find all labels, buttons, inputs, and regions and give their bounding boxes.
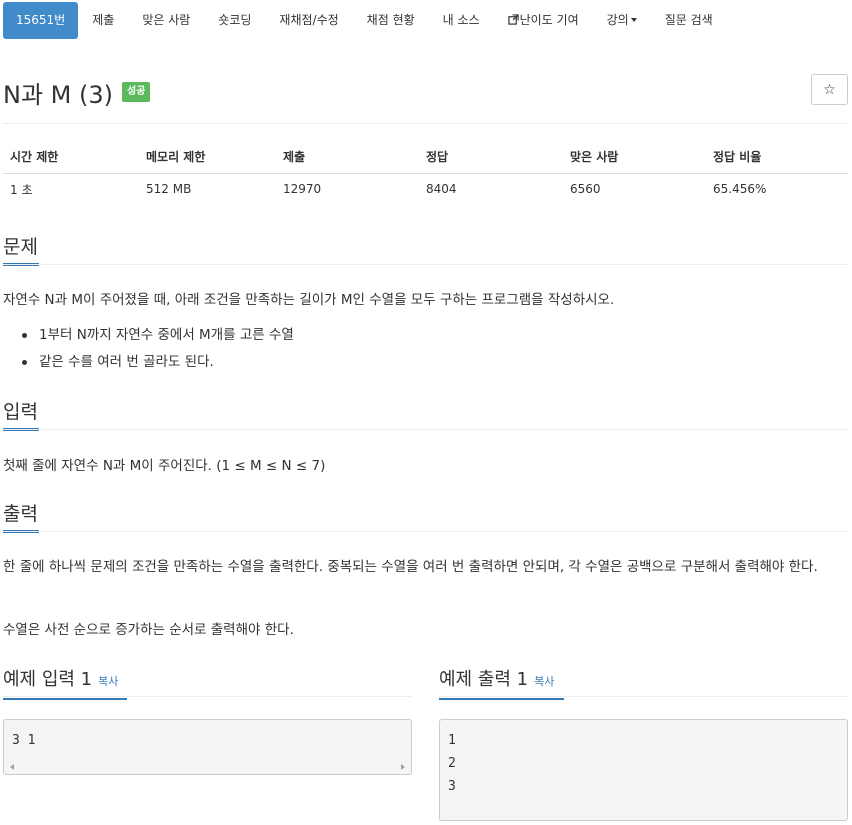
heading-underline bbox=[439, 698, 564, 700]
nav-item-difficulty-label: 난이도 기여 bbox=[519, 13, 579, 27]
nav-item-lecture[interactable]: 강의 bbox=[593, 2, 651, 39]
cell-time-limit: 1 초 bbox=[10, 182, 33, 197]
problem-info-table: 시간 제한 메모리 제한 제출 정답 맞은 사람 정답 비율 1 초 512 M… bbox=[3, 141, 848, 205]
cell-memory-limit: 512 MB bbox=[146, 182, 192, 197]
star-button[interactable]: ☆ bbox=[811, 74, 848, 105]
sample-output-title: 예제 출력 1 bbox=[439, 669, 529, 690]
header-accept-ratio: 정답 비율 bbox=[706, 141, 848, 174]
problem-title-row: N과 M (3) 성공 bbox=[3, 74, 151, 110]
nav-item-submit[interactable]: 제출 bbox=[78, 2, 128, 39]
section-problem-heading: 문제 bbox=[3, 232, 39, 266]
nav-item-short-coding[interactable]: 숏코딩 bbox=[204, 2, 265, 39]
table-row: 1 초 512 MB 12970 8404 6560 65.456% bbox=[3, 173, 848, 205]
condition-list: 1부터 N까지 자연수 중에서 M개를 고른 수열 같은 수를 여러 번 골라도… bbox=[22, 322, 294, 376]
sample-input-title: 예제 입력 1 bbox=[3, 669, 93, 690]
sample-input-line: 3 1 bbox=[12, 733, 36, 748]
sample-output-heading: 예제 출력 1 복사 bbox=[439, 665, 564, 700]
external-link-icon bbox=[507, 14, 519, 25]
page-title: N과 M (3) bbox=[3, 80, 113, 109]
list-item: 같은 수를 여러 번 골라도 된다. bbox=[22, 349, 294, 376]
header-accepted-users: 맞은 사람 bbox=[563, 141, 706, 174]
header-accepted: 정답 bbox=[419, 141, 563, 174]
section-divider bbox=[3, 696, 412, 697]
nav-item-difficulty[interactable]: 난이도 기여 bbox=[494, 2, 593, 39]
nav-item-accepted-users[interactable]: 맞은 사람 bbox=[128, 2, 204, 39]
header-memory-limit: 메모리 제한 bbox=[139, 141, 276, 174]
nav-item-status[interactable]: 채점 현황 bbox=[353, 2, 429, 39]
status-badge: 성공 bbox=[122, 82, 151, 102]
sample-input-box[interactable]: 3 1 bbox=[3, 719, 412, 775]
section-output-title: 출력 bbox=[3, 503, 38, 525]
nav-item-rejudge[interactable]: 재채점/수정 bbox=[265, 2, 352, 39]
header-submissions: 제출 bbox=[276, 141, 419, 174]
cell-submissions: 12970 bbox=[283, 182, 322, 197]
nav-item-question-search[interactable]: 질문 검색 bbox=[651, 2, 727, 39]
sample-output-line: 3 bbox=[448, 779, 456, 794]
section-input-title: 입력 bbox=[3, 401, 38, 423]
sample-input-heading: 예제 입력 1 복사 bbox=[3, 665, 127, 700]
star-icon: ☆ bbox=[823, 81, 836, 98]
caret-down-icon bbox=[630, 18, 637, 22]
header-time-limit: 시간 제한 bbox=[3, 141, 139, 174]
input-description: 첫째 줄에 자연수 N과 M이 주어진다. (1 ≤ M ≤ N ≤ 7) bbox=[3, 458, 326, 474]
section-divider bbox=[3, 264, 848, 265]
problem-nav: 15651번 제출 맞은 사람 숏코딩 재채점/수정 채점 현황 내 소스 난이… bbox=[3, 2, 727, 39]
sample-output-line: 2 bbox=[448, 756, 456, 771]
heading-underline bbox=[3, 698, 127, 700]
output-description: 한 줄에 하나씩 문제의 조건을 만족하는 수열을 출력한다. 중복되는 수열을… bbox=[3, 559, 818, 575]
sample-output-line: 1 bbox=[448, 733, 456, 748]
problem-description: 자연수 N과 M이 주어졌을 때, 아래 조건을 만족하는 길이가 M인 수열을… bbox=[3, 292, 615, 308]
section-input-heading: 입력 bbox=[3, 397, 39, 431]
table-header-row: 시간 제한 메모리 제한 제출 정답 맞은 사람 정답 비율 bbox=[3, 141, 848, 174]
section-divider bbox=[3, 429, 848, 430]
section-problem-title: 문제 bbox=[3, 236, 38, 258]
section-divider bbox=[439, 696, 848, 697]
section-divider bbox=[3, 531, 848, 532]
title-divider bbox=[3, 123, 848, 124]
cell-accepted-users: 6560 bbox=[570, 182, 601, 197]
cell-accept-ratio: 65.456% bbox=[713, 182, 767, 197]
list-item: 1부터 N까지 자연수 중에서 M개를 고른 수열 bbox=[22, 322, 294, 349]
nav-item-my-source[interactable]: 내 소스 bbox=[429, 2, 494, 39]
output-order-description: 수열은 사전 순으로 증가하는 순서로 출력해야 한다. bbox=[3, 622, 294, 638]
nav-item-problem[interactable]: 15651번 bbox=[3, 2, 79, 39]
sample-output-box[interactable]: 1 2 3 bbox=[439, 719, 848, 821]
scroll-right-icon[interactable] bbox=[401, 764, 405, 770]
section-output-heading: 출력 bbox=[3, 499, 39, 533]
copy-sample-output-link[interactable]: 복사 bbox=[534, 675, 554, 688]
copy-sample-input-link[interactable]: 복사 bbox=[98, 675, 118, 688]
scroll-left-icon[interactable] bbox=[10, 764, 14, 770]
cell-accepted: 8404 bbox=[426, 182, 457, 197]
nav-item-lecture-label: 강의 bbox=[606, 13, 629, 27]
